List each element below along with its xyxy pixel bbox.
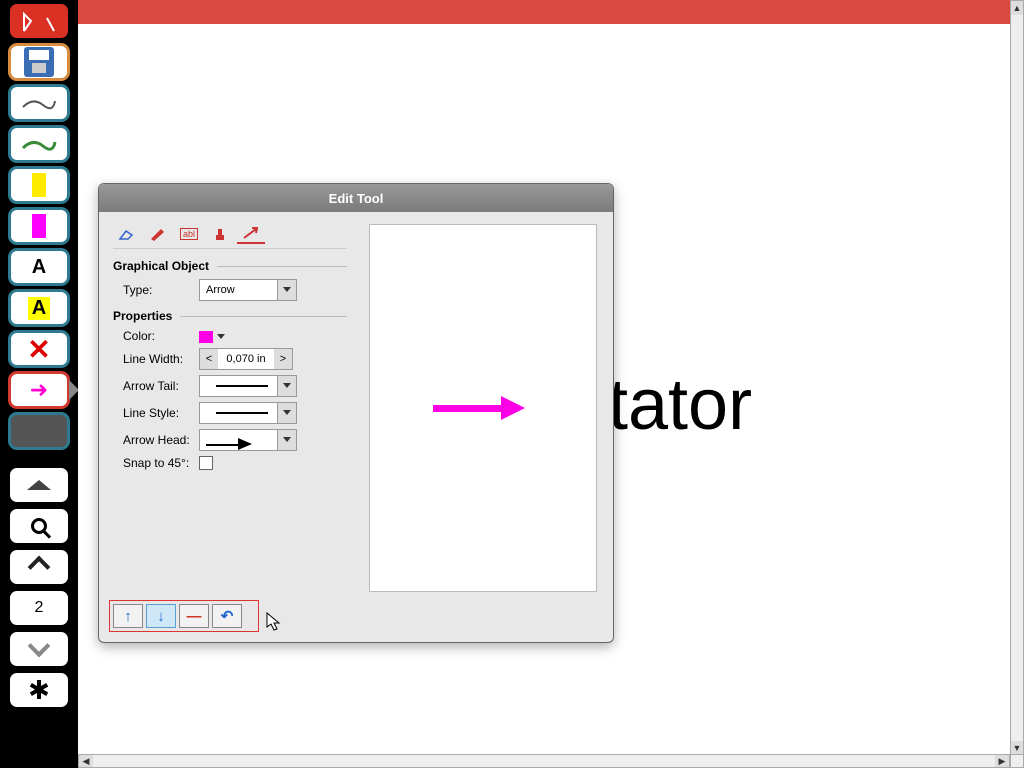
highlight-pink-tool[interactable] [8,207,70,245]
dialog-left-panel: abl Graphical Object Type: Arrow Propert… [99,212,361,606]
chevron-down-icon [28,635,51,658]
line-width-spinner: < 0,070 in > [199,348,293,370]
line-style-select[interactable] [199,402,297,424]
move-down-button[interactable]: ↓ [146,604,176,628]
scroll-track-h[interactable] [93,755,995,767]
x-icon: ✕ [27,333,50,366]
gear-icon: ✱ [28,675,50,706]
section-graphical-object: Graphical Object [113,259,347,273]
label-arrow-tail: Arrow Tail: [113,379,199,393]
color-swatch[interactable] [199,331,213,343]
move-up-button[interactable]: ↑ [113,604,143,628]
app-logo [8,2,70,40]
green-line-tool[interactable] [8,125,70,163]
document-header-bar [78,0,1010,24]
label-arrow-head: Arrow Head: [113,433,199,447]
line-width-decrease[interactable]: < [200,349,218,369]
empty-tool[interactable] [8,412,70,450]
section-properties: Properties [113,309,347,323]
label-line-style: Line Style: [113,406,199,420]
save-button[interactable] [8,43,70,81]
text-highlight-tool[interactable]: A [8,289,70,327]
sidebar: A A ✕ ➜ 2 ✱ [0,0,78,768]
scroll-left-button[interactable]: ◀ [79,755,93,767]
line-tool[interactable] [8,84,70,122]
text-tool[interactable]: A [8,248,70,286]
prev-page-button[interactable] [8,548,70,586]
tab-arrow-tool[interactable] [237,224,265,244]
text-icon: A [32,256,46,279]
dialog-right-panel [361,212,601,606]
dialog-footer: ↑ ↓ — ↶ [109,600,259,632]
horizontal-scrollbar[interactable]: ◀ ▶ [78,754,1010,768]
label-snap: Snap to 45°: [113,456,199,470]
edit-tool-dialog: Edit Tool abl Graphical Object Type: Arr… [98,183,614,643]
preview-box [369,224,597,592]
scroll-track-v[interactable] [1011,15,1023,741]
scroll-right-button[interactable]: ▶ [995,755,1009,767]
arrow-icon: ➜ [30,377,48,403]
settings-button[interactable]: ✱ [8,671,70,709]
dialog-tabs: abl [113,224,347,249]
page-number-display[interactable]: 2 [8,589,70,627]
line-width-increase[interactable]: > [274,349,292,369]
highlight-pink-icon [32,214,46,238]
label-color: Color: [113,329,199,343]
save-icon [24,47,54,77]
zoom-button[interactable] [8,507,70,545]
highlight-yellow-icon [32,173,46,197]
chevron-up-icon [28,556,51,579]
label-type: Type: [113,283,199,297]
arrow-tail-select[interactable] [199,375,297,397]
tab-textbox[interactable]: abl [175,224,203,244]
arrow-tool[interactable]: ➜ [8,371,70,409]
remove-button[interactable]: — [179,604,209,628]
dialog-title: Edit Tool [99,184,613,212]
scroll-down-button[interactable]: ▼ [1011,741,1023,755]
preview-arrow [433,398,533,418]
type-select[interactable]: Arrow [199,279,297,301]
text-hl-icon: A [28,297,50,320]
triangle-up-icon [27,480,51,490]
scroll-up-button[interactable]: ▲ [1011,1,1023,15]
delete-tool[interactable]: ✕ [8,330,70,368]
snap-checkbox[interactable] [199,456,213,470]
highlight-yellow-tool[interactable] [8,166,70,204]
tab-eraser[interactable] [113,224,141,244]
tab-stamp[interactable] [206,224,234,244]
line-width-value[interactable]: 0,070 in [218,349,274,369]
scrollbar-corner [1010,754,1024,768]
color-dropdown-icon[interactable] [217,334,225,339]
magnify-icon [31,518,47,534]
label-line-width: Line Width: [113,352,199,366]
arrow-head-select[interactable] [199,429,297,451]
tab-pencil[interactable] [144,224,172,244]
next-page-button[interactable] [8,630,70,668]
background-text: tator [608,364,752,446]
collapse-up-button[interactable] [8,466,70,504]
vertical-scrollbar[interactable]: ▲ ▼ [1010,0,1024,754]
undo-button[interactable]: ↶ [212,604,242,628]
